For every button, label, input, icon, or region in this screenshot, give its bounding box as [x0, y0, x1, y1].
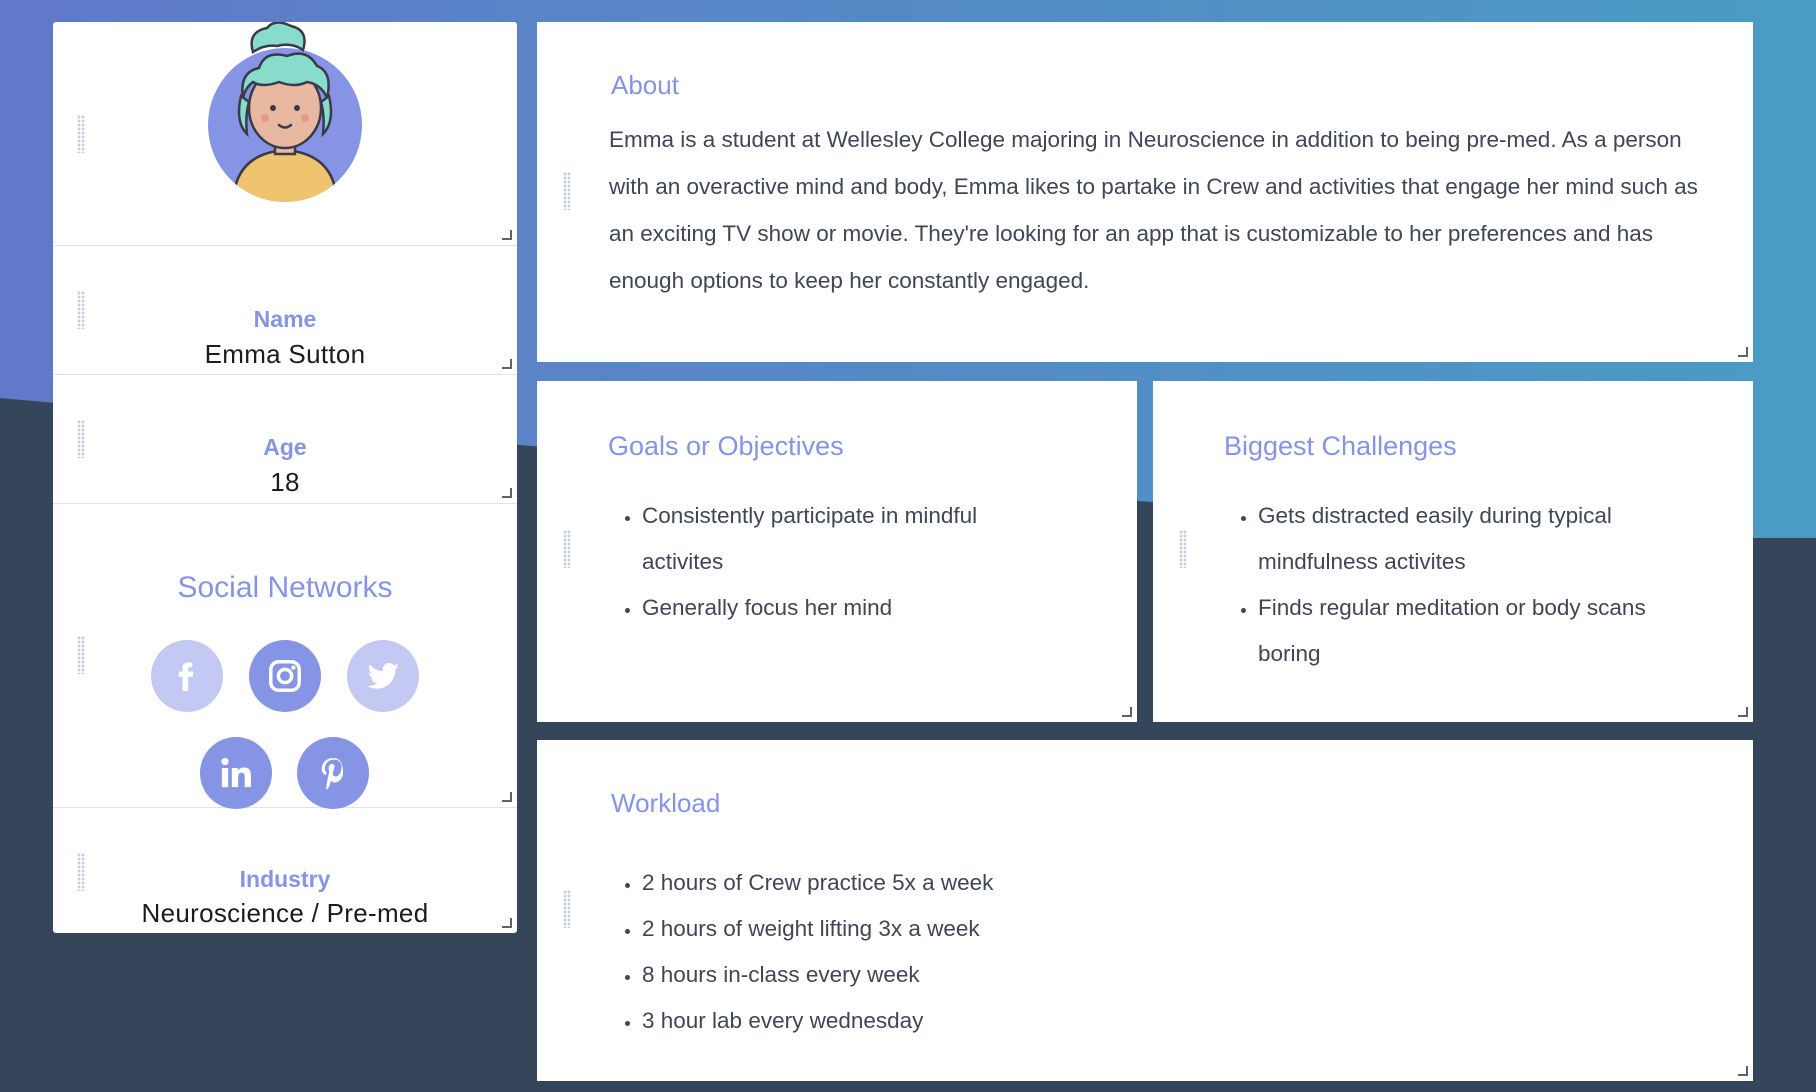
resize-handle[interactable] [1738, 707, 1748, 717]
goals-card: Goals or Objectives Consistently partici… [537, 381, 1137, 722]
age-value: 18 [270, 467, 300, 497]
resize-handle[interactable] [502, 488, 512, 498]
list-item: Consistently participate in mindful acti… [642, 493, 1042, 585]
workload-list: 2 hours of Crew practice 5x a week 2 hou… [608, 860, 1342, 1044]
list-item: 2 hours of weight lifting 3x a week [642, 906, 1342, 952]
linkedin-button[interactable] [200, 737, 272, 809]
pinterest-icon [321, 758, 344, 790]
profile-panel: Name Emma Sutton Age 18 Social Networks [53, 22, 517, 933]
social-title: Social Networks [177, 571, 393, 604]
resize-handle[interactable] [1738, 1066, 1748, 1076]
social-section: Social Networks [53, 504, 517, 809]
pinterest-button[interactable] [297, 737, 369, 809]
instagram-button[interactable] [249, 640, 321, 712]
drag-handle[interactable] [1179, 530, 1187, 568]
avatar-section [53, 22, 517, 246]
challenges-list: Gets distracted easily during typical mi… [1224, 493, 1708, 677]
goals-title: Goals or Objectives [608, 431, 844, 461]
about-text: Emma is a student at Wellesley College m… [609, 127, 1698, 293]
list-item: Finds regular meditation or body scans b… [1258, 585, 1708, 677]
age-label: Age [263, 434, 307, 460]
list-item: 2 hours of Crew practice 5x a week [642, 860, 1342, 906]
facebook-icon [178, 662, 194, 691]
woman-avatar-icon [208, 22, 362, 202]
list-item: 3 hour lab every wednesday [642, 998, 1342, 1044]
twitter-icon [367, 662, 399, 689]
drag-handle[interactable] [563, 530, 571, 568]
challenges-card: Biggest Challenges Gets distracted easil… [1153, 381, 1753, 722]
workload-title: Workload [611, 788, 721, 818]
challenges-title: Biggest Challenges [1224, 431, 1457, 461]
name-value: Emma Sutton [204, 339, 366, 369]
drag-handle[interactable] [563, 890, 571, 928]
list-item: Gets distracted easily during typical mi… [1258, 493, 1708, 585]
twitter-button[interactable] [347, 640, 419, 712]
resize-handle[interactable] [502, 230, 512, 240]
list-item: 8 hours in-class every week [642, 952, 1342, 998]
facebook-button[interactable] [151, 640, 223, 712]
resize-handle[interactable] [502, 918, 512, 928]
drag-handle[interactable] [77, 636, 85, 674]
industry-value: Neuroscience / Pre-med [141, 898, 429, 928]
list-item: Generally focus her mind [642, 585, 1042, 631]
about-title: About [611, 70, 679, 100]
industry-label: Industry [239, 866, 331, 892]
resize-handle[interactable] [502, 792, 512, 802]
goals-list: Consistently participate in mindful acti… [608, 493, 1042, 631]
resize-handle[interactable] [1738, 347, 1748, 357]
drag-handle[interactable] [77, 115, 85, 153]
linkedin-icon [221, 757, 251, 788]
age-section: Age 18 [53, 375, 517, 504]
name-section: Name Emma Sutton [53, 246, 517, 375]
industry-section: Industry Neuroscience / Pre-med [53, 808, 517, 933]
drag-handle[interactable] [563, 172, 571, 210]
resize-handle[interactable] [1122, 707, 1132, 717]
instagram-icon [269, 660, 301, 692]
name-label: Name [253, 306, 317, 332]
workload-card: Workload 2 hours of Crew practice 5x a w… [537, 740, 1753, 1081]
resize-handle[interactable] [502, 359, 512, 369]
about-card: About Emma is a student at Wellesley Col… [537, 22, 1753, 362]
